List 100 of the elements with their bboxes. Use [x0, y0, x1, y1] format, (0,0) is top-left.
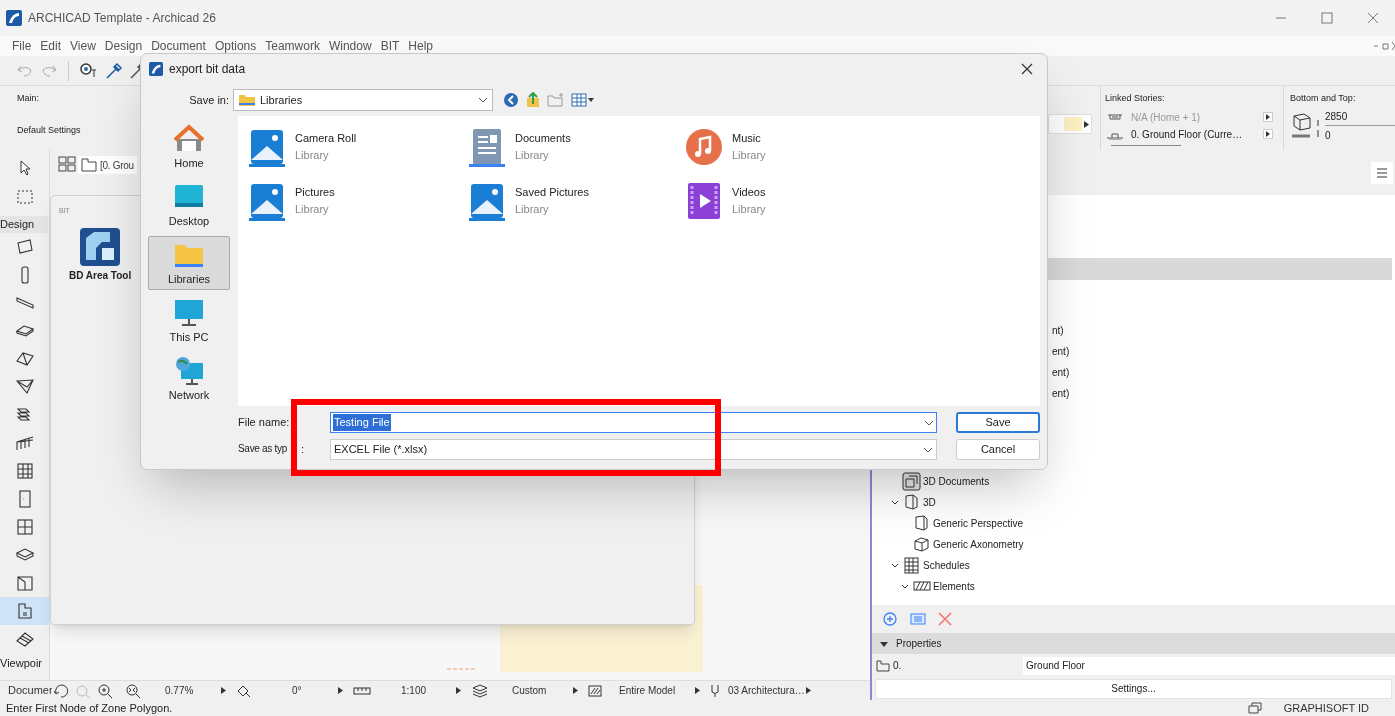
orientation-icon[interactable]	[236, 683, 252, 698]
arrow-icon[interactable]	[1263, 129, 1273, 139]
menu-item[interactable]: Window	[328, 37, 372, 55]
bottom-and-top-label: Bottom and Top:	[1290, 92, 1357, 105]
story-height-icon	[1290, 111, 1322, 140]
navigator-item[interactable]: Generic Perspective	[933, 516, 1024, 531]
save-button[interactable]: Save	[956, 412, 1040, 433]
grid-view-icon[interactable]	[58, 156, 76, 172]
bottom-value-field[interactable]: 0	[1325, 125, 1395, 143]
arrow-icon[interactable]	[456, 687, 461, 694]
account-button[interactable]: GRAPHISOFT ID	[1283, 699, 1369, 716]
floor-plan-icon	[81, 158, 97, 172]
linked-story-field[interactable]: 0. Ground Floor (Curre…	[1131, 126, 1257, 142]
network-icon	[173, 354, 205, 385]
document-window-controls-icon[interactable]	[1373, 41, 1395, 51]
pictures-library-icon	[247, 128, 287, 168]
top-value-field[interactable]: 2850	[1325, 108, 1395, 126]
menu-item[interactable]: File	[12, 37, 32, 55]
add-icon[interactable]	[882, 611, 898, 627]
save-in-dropdown[interactable]: Libraries	[233, 89, 493, 111]
settings-button[interactable]: Settings...	[875, 678, 1392, 699]
chevron-down-icon	[924, 419, 934, 426]
place-item[interactable]: Home	[148, 120, 230, 174]
library-item[interactable]: Camera Roll Library	[247, 128, 467, 170]
place-item[interactable]: Desktop	[148, 178, 230, 232]
layer-combination-value[interactable]: Custom	[512, 683, 573, 698]
place-item[interactable]: This PC	[148, 294, 230, 348]
navigator-item[interactable]: 3D Documents	[923, 474, 990, 489]
status-prompt: Enter First Node of Zone Polygon.	[5, 700, 174, 716]
default-settings-label: Default Settings	[17, 123, 82, 137]
arrow-icon[interactable]	[221, 687, 226, 694]
navigator-item[interactable]: Generic Axonometry	[933, 537, 1024, 552]
library-item[interactable]: Saved Pictures Library	[467, 182, 684, 224]
save-in-label: Save in:	[188, 92, 230, 108]
arrow-icon[interactable]	[573, 687, 578, 694]
file-type-dropdown[interactable]: EXCEL File (*.xlsx)	[330, 439, 937, 460]
library-item[interactable]: Music Library	[684, 128, 884, 170]
library-type-label: Library	[295, 201, 330, 217]
fit-in-window-icon[interactable]	[124, 682, 142, 699]
arrow-icon[interactable]	[1263, 112, 1273, 122]
arrow-icon[interactable]	[805, 687, 811, 694]
menu-item[interactable]: Help	[408, 37, 433, 55]
scale-value[interactable]: 1:100	[401, 683, 456, 698]
menu-item[interactable]: BIT	[380, 37, 400, 55]
design-label: Design	[0, 216, 48, 233]
pointer-icon[interactable]	[17, 160, 32, 176]
navigator-item[interactable]: ent)	[1052, 386, 1395, 401]
color-picker[interactable]	[1048, 114, 1092, 134]
chevron-down-icon	[923, 446, 933, 453]
arrow-icon[interactable]	[338, 687, 343, 694]
arrow-icon[interactable]	[695, 687, 700, 694]
menu-item[interactable]: Teamwork	[265, 37, 320, 55]
menu-item[interactable]: Edit	[40, 37, 62, 55]
library-item[interactable]: Videos Library	[684, 182, 884, 224]
menu-item[interactable]: Design	[104, 37, 143, 55]
library-type-label: Library	[732, 147, 766, 163]
axonometry-view-icon	[912, 535, 931, 554]
cancel-button[interactable]: Cancel	[956, 439, 1040, 460]
windows-icon[interactable]	[1247, 702, 1262, 714]
library-item[interactable]: Pictures Library	[247, 182, 467, 224]
pen-set-value[interactable]: 03 Architectura…	[728, 683, 805, 698]
scale-icon[interactable]	[353, 685, 371, 696]
model-view-value[interactable]: Entire Model	[619, 683, 695, 698]
menu-item[interactable]: View	[70, 37, 96, 55]
navigator-item[interactable]: Schedules	[923, 558, 970, 573]
layers-icon[interactable]	[471, 683, 489, 698]
angle-value[interactable]: 0°	[292, 683, 338, 698]
maximize-icon[interactable]	[1321, 12, 1333, 24]
marquee-icon[interactable]	[16, 190, 33, 204]
window-icon	[14, 516, 35, 537]
view-tab[interactable]: [0. Grou	[78, 156, 137, 174]
view-menu-icon[interactable]	[571, 93, 595, 107]
bd-area-tool-button[interactable]: BD Area Tool	[69, 228, 132, 283]
chevron-down-icon	[478, 97, 488, 103]
file-name-field[interactable]: Testing File	[330, 412, 937, 433]
music-library-icon	[684, 128, 724, 168]
library-item[interactable]: Documents Library	[467, 128, 684, 170]
zoom-in-icon[interactable]	[96, 682, 114, 699]
pen-set-icon[interactable]	[710, 683, 720, 698]
model-view-icon[interactable]	[588, 684, 602, 697]
navigator-item[interactable]: Elements	[933, 579, 975, 594]
menu-item[interactable]: Options	[214, 37, 257, 55]
navigator-item[interactable]: nt)	[1052, 323, 1395, 338]
close-icon[interactable]	[1021, 63, 1033, 75]
story-name-field[interactable]: Ground Floor	[1023, 656, 1395, 675]
place-item[interactable]: Network	[148, 352, 230, 406]
pick-up-icon[interactable]	[79, 61, 99, 80]
rotate-view-icon[interactable]	[52, 682, 70, 699]
up-folder-icon[interactable]	[525, 92, 541, 108]
navigator-item[interactable]: 3D	[923, 495, 936, 510]
navigator-item[interactable]: ent)	[1052, 365, 1395, 380]
properties-header[interactable]: Properties	[872, 633, 1395, 654]
menu-item[interactable]: Document	[151, 37, 206, 55]
zoom-value[interactable]: 0.77%	[165, 683, 221, 698]
back-icon[interactable]	[503, 92, 519, 108]
place-item[interactable]: Libraries	[148, 236, 230, 290]
menu-icon[interactable]	[1371, 161, 1393, 184]
library-type-label: Library	[515, 147, 550, 163]
eyedropper-icon[interactable]	[105, 61, 123, 80]
navigator-item[interactable]: ent)	[1052, 344, 1395, 359]
